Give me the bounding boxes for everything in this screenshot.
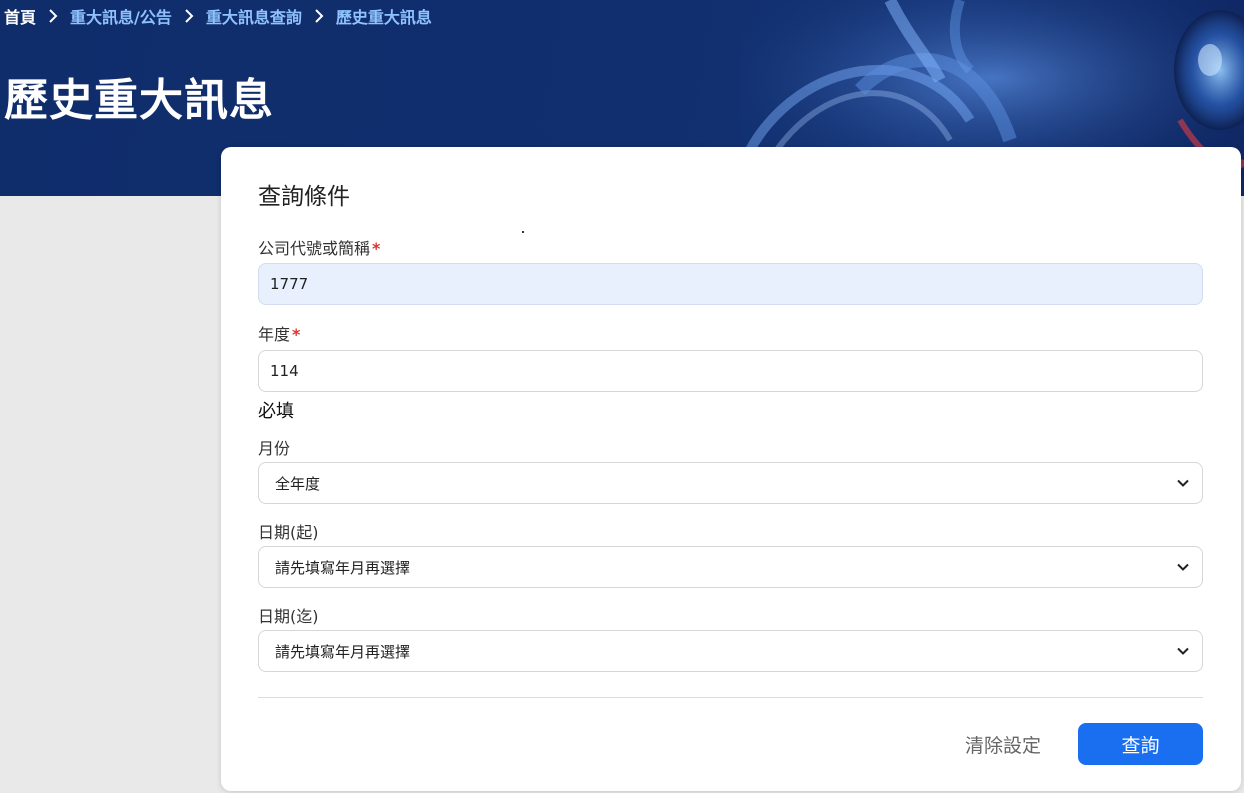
chevron-down-icon — [1176, 644, 1190, 658]
date-from-label: 日期(起) — [258, 523, 319, 542]
chevron-right-icon — [46, 8, 60, 24]
breadcrumb-query-link[interactable]: 重大訊息查詢 — [206, 4, 302, 28]
form-divider — [258, 697, 1203, 698]
date-from-select-value: 請先填寫年月再選擇 — [275, 558, 411, 577]
year-input-value: 114 — [270, 362, 299, 380]
month-select[interactable]: 全年度 — [258, 462, 1203, 504]
company-input-value: 1777 — [270, 275, 309, 293]
page-title: 歷史重大訊息 — [4, 75, 274, 126]
date-to-select[interactable]: 請先填寫年月再選擇 — [258, 630, 1203, 672]
company-label: 公司代號或簡稱 * — [258, 235, 380, 259]
chevron-right-icon — [312, 8, 326, 24]
breadcrumb-current: 歷史重大訊息 — [335, 8, 432, 27]
chevron-down-icon — [1176, 476, 1190, 490]
year-required-hint: 必填 — [258, 401, 294, 422]
form-title: 查詢條件 — [258, 184, 350, 210]
date-to-label: 日期(迄) — [258, 607, 319, 626]
year-input[interactable]: 114 — [258, 350, 1203, 392]
date-from-select[interactable]: 請先填寫年月再選擇 — [258, 546, 1203, 588]
date-to-select-value: 請先填寫年月再選擇 — [275, 642, 411, 661]
year-label: 年度 * — [258, 321, 300, 345]
required-mark: * — [292, 325, 301, 344]
breadcrumb-home-link[interactable]: 首頁 — [4, 4, 36, 28]
month-label: 月份 — [258, 439, 291, 458]
required-mark: * — [372, 239, 381, 258]
stray-dot — [522, 231, 524, 233]
month-select-value: 全年度 — [275, 474, 321, 493]
query-form-card: 查詢條件 公司代號或簡稱 * 1777 年度 * 114 必填 月份 全年度 日期(… — [221, 147, 1241, 791]
year-label-text: 年度 — [258, 325, 291, 344]
search-button[interactable]: 查詢 — [1078, 723, 1203, 765]
company-input[interactable]: 1777 — [258, 263, 1203, 305]
breadcrumb-announcements-link[interactable]: 重大訊息/公告 — [70, 4, 172, 28]
company-label-text: 公司代號或簡稱 — [258, 239, 371, 258]
clear-settings-button[interactable]: 清除設定 — [963, 723, 1043, 765]
chevron-down-icon — [1176, 560, 1190, 574]
breadcrumb: 首頁 重大訊息/公告 重大訊息查詢 歷史重大訊息 — [4, 4, 432, 28]
chevron-right-icon — [182, 8, 196, 24]
